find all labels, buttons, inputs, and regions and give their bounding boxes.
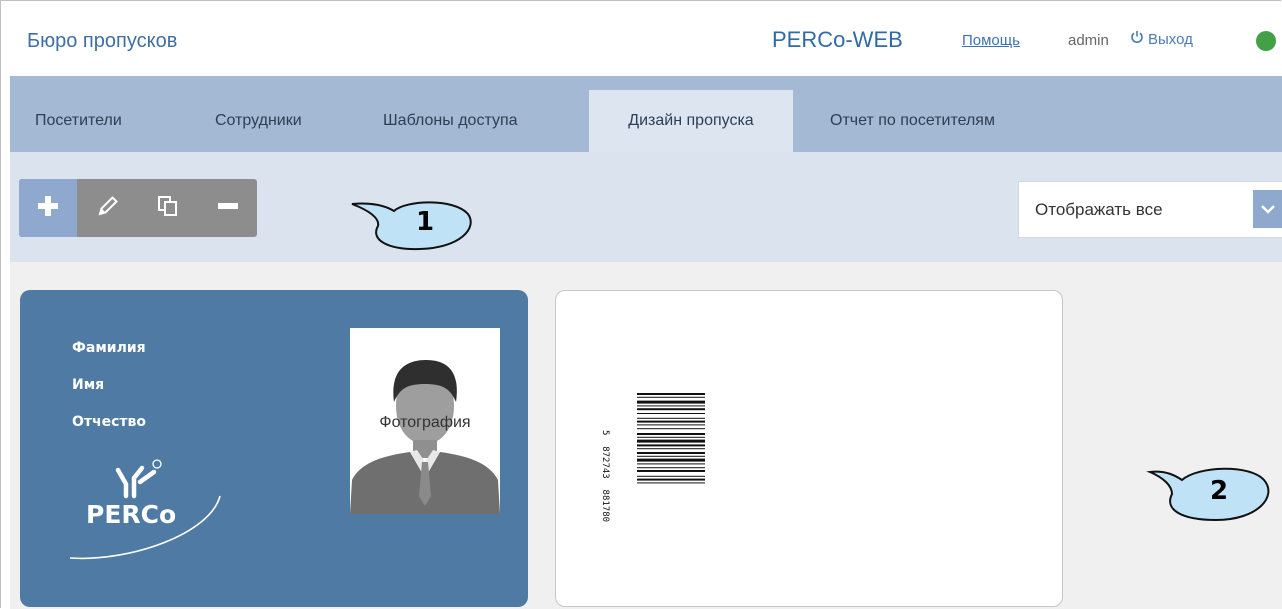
help-link[interactable]: Помощь xyxy=(962,32,1020,49)
user-name: admin xyxy=(1068,32,1109,49)
chevron-down-icon[interactable] xyxy=(1253,190,1282,228)
button-group xyxy=(19,179,257,237)
logout-label: Выход xyxy=(1148,30,1193,48)
tab-access-templates[interactable]: Шаблоны доступа xyxy=(383,90,518,152)
brand-name: PERCo-WEB xyxy=(772,27,903,52)
barcode: 5 872743 881780 xyxy=(593,389,713,551)
tab-bar: Посетители Сотрудники Шаблоны доступа Ди… xyxy=(10,76,1282,152)
annotation-callout-2: 2 xyxy=(1146,458,1276,524)
annotation-number-2: 2 xyxy=(1210,476,1229,506)
annotation-callout-1: 1 xyxy=(350,196,478,252)
header: Бюро пропусков PERCo-WEB Помощь admin Вы… xyxy=(10,8,1282,76)
edit-button[interactable] xyxy=(79,179,137,237)
annotation-number-1: 1 xyxy=(416,207,435,237)
tab-employees[interactable]: Сотрудники xyxy=(215,90,302,152)
page-title: Бюро пропусков xyxy=(27,30,178,52)
delete-button[interactable] xyxy=(199,179,257,237)
tab-pass-design[interactable]: Дизайн пропуска xyxy=(589,90,793,152)
minus-icon xyxy=(216,194,240,223)
tab-visitors[interactable]: Посетители xyxy=(35,90,122,152)
add-button[interactable] xyxy=(19,179,77,237)
photo-placeholder: Фотография xyxy=(350,328,500,514)
field-patronymic: Отчество xyxy=(72,414,147,430)
pass-design-list: Фамилия Имя Отчество PERCo Фотография 5 … xyxy=(10,262,1282,609)
status-indicator xyxy=(1256,31,1276,51)
photo-label: Фотография xyxy=(379,414,471,431)
perco-logo: PERCo xyxy=(60,450,230,562)
pass-design-card[interactable]: 5 872743 881780 xyxy=(555,290,1063,607)
tab-visitor-report[interactable]: Отчет по посетителям xyxy=(830,90,995,152)
barcode-digits: 5 872743 881780 xyxy=(600,429,610,523)
copy-button[interactable] xyxy=(139,179,197,237)
logo-text: PERCo xyxy=(86,500,177,529)
toolbar: 1 Отображать все xyxy=(10,152,1282,262)
pencil-icon xyxy=(96,194,120,223)
display-filter-value: Отображать все xyxy=(1035,200,1163,219)
pass-design-card[interactable]: Фамилия Имя Отчество PERCo Фотография xyxy=(20,290,528,607)
field-name: Имя xyxy=(72,377,105,393)
copy-icon xyxy=(156,194,180,223)
field-surname: Фамилия xyxy=(72,340,146,356)
power-icon xyxy=(1130,30,1144,48)
plus-icon xyxy=(37,195,59,222)
logout-button[interactable]: Выход xyxy=(1130,30,1193,48)
display-filter-select[interactable]: Отображать все xyxy=(1018,181,1282,238)
